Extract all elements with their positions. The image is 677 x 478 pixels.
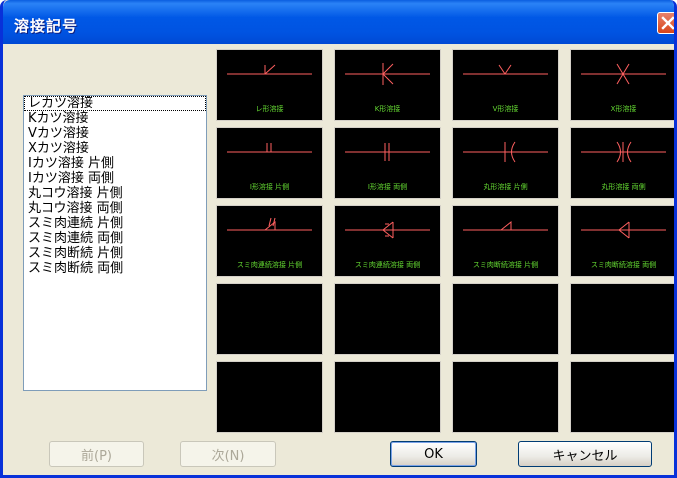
- symbol-tile-i-double[interactable]: I形溶接 両側: [335, 128, 440, 198]
- i-single-weld-icon: [227, 143, 312, 153]
- list-item[interactable]: Iカツ溶接 片側: [24, 156, 206, 171]
- symbol-tile-fillet-int-double[interactable]: スミ肉断続溶接 両側: [571, 206, 674, 276]
- bevel-weld-icon: [227, 64, 312, 75]
- close-icon: [661, 16, 674, 30]
- list-item[interactable]: スミ肉断続 両側: [24, 261, 206, 276]
- fillet-cont-single-weld-icon: [227, 217, 312, 231]
- tile-label: K形溶接: [374, 105, 401, 113]
- i-double-weld-icon: [345, 143, 430, 161]
- symbol-tile-k-groove[interactable]: K形溶接: [335, 50, 440, 120]
- window-title: 溶接記号: [14, 17, 79, 35]
- weld-type-list[interactable]: レカツ溶接 Kカツ溶接 Vカツ溶接 Xカツ溶接 Iカツ溶接 片側 Iカツ溶接 両側 丸コウ溶…: [23, 95, 207, 391]
- empty-symbol-tile[interactable]: [453, 284, 558, 354]
- tile-label: レ形溶接: [255, 105, 284, 113]
- x-groove-weld-icon: [581, 63, 666, 85]
- symbol-tile-round-double[interactable]: 丸形溶接 両側: [571, 128, 674, 198]
- symbol-tile-fillet-cont-single[interactable]: スミ肉連続溶接 片側: [217, 206, 322, 276]
- tile-label: スミ肉断続溶接 片側: [472, 261, 539, 269]
- title-bar[interactable]: 溶接記号: [3, 0, 674, 44]
- tile-label: X形溶接: [610, 105, 637, 113]
- round-double-weld-icon: [581, 141, 666, 163]
- symbol-tile-fillet-int-single[interactable]: スミ肉断続溶接 片側: [453, 206, 558, 276]
- empty-symbol-tile[interactable]: [335, 284, 440, 354]
- empty-symbol-tile[interactable]: [571, 362, 674, 432]
- prev-button[interactable]: 前(P): [49, 441, 144, 467]
- symbol-grid: レ形溶接 K形溶接 V形溶接 X形溶接 I形溶接 片側 I形溶接 両側 丸形溶接 片側 丸形溶…: [213, 47, 674, 435]
- tile-label: スミ肉連続溶接 片側: [236, 261, 303, 269]
- tile-label: スミ肉断続溶接 両側: [590, 261, 657, 269]
- list-item[interactable]: Iカツ溶接 両側: [24, 171, 206, 186]
- cancel-button[interactable]: キャンセル: [518, 441, 652, 467]
- list-item[interactable]: Vカツ溶接: [24, 126, 206, 141]
- symbol-tile-bevel[interactable]: レ形溶接: [217, 50, 322, 120]
- list-item[interactable]: スミ肉断続 片側: [24, 246, 206, 261]
- empty-symbol-tile[interactable]: [335, 362, 440, 432]
- tile-label: I形溶接 両側: [367, 183, 408, 191]
- symbol-tile-i-single[interactable]: I形溶接 片側: [217, 128, 322, 198]
- list-item[interactable]: 丸コウ溶接 片側: [24, 186, 206, 201]
- fillet-cont-double-weld-icon: [345, 221, 430, 239]
- k-groove-weld-icon: [345, 63, 430, 85]
- list-item[interactable]: レカツ溶接: [24, 96, 206, 111]
- list-item[interactable]: スミ肉連続 両側: [24, 231, 206, 246]
- empty-symbol-tile[interactable]: [453, 362, 558, 432]
- tile-label: 丸形溶接 片側: [483, 183, 528, 191]
- v-groove-weld-icon: [463, 64, 548, 75]
- empty-symbol-tile[interactable]: [217, 284, 322, 354]
- round-single-weld-icon: [463, 141, 548, 163]
- list-item[interactable]: Xカツ溶接: [24, 141, 206, 156]
- symbol-tile-x-groove[interactable]: X形溶接: [571, 50, 674, 120]
- tile-label: スミ肉連続溶接 両側: [354, 261, 421, 269]
- tile-label: I形溶接 片側: [249, 183, 290, 191]
- symbol-tile-round-single[interactable]: 丸形溶接 片側: [453, 128, 558, 198]
- empty-symbol-tile[interactable]: [217, 362, 322, 432]
- close-button[interactable]: [657, 12, 674, 34]
- list-item[interactable]: 丸コウ溶接 両側: [24, 201, 206, 216]
- symbol-tile-fillet-cont-double[interactable]: スミ肉連続溶接 両側: [335, 206, 440, 276]
- tile-label: 丸形溶接 両側: [601, 183, 646, 191]
- list-item[interactable]: スミ肉連続 片側: [24, 216, 206, 231]
- next-button[interactable]: 次(N): [180, 441, 276, 467]
- fillet-int-double-weld-icon: [581, 221, 666, 239]
- ok-button[interactable]: OK: [390, 441, 477, 467]
- fillet-int-single-weld-icon: [463, 220, 548, 231]
- weld-symbol-dialog: 溶接記号 レカツ溶接 Kカツ溶接 Vカツ溶接 Xカツ溶接 Iカツ溶接 片側 Iカツ溶接 両…: [0, 0, 677, 478]
- tile-label: V形溶接: [492, 105, 519, 113]
- empty-symbol-tile[interactable]: [571, 284, 674, 354]
- list-item[interactable]: Kカツ溶接: [24, 111, 206, 126]
- symbol-tile-v-groove[interactable]: V形溶接: [453, 50, 558, 120]
